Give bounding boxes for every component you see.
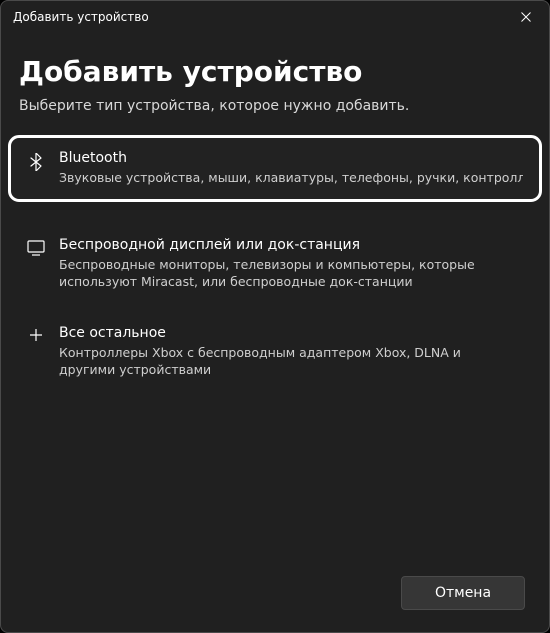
option-desc: Звуковые устройства, мыши, клавиатуры, т… [59,170,523,187]
titlebar: Добавить устройство [1,1,549,33]
option-wireless-display[interactable]: Беспроводной дисплей или док-станция Бес… [19,223,531,305]
close-button[interactable] [503,1,549,33]
bluetooth-icon [25,153,47,171]
option-text: Bluetooth Звуковые устройства, мыши, кла… [59,150,525,187]
option-desc: Беспроводные мониторы, телевизоры и комп… [59,257,517,291]
monitor-icon [25,240,47,256]
option-everything-else[interactable]: Все остальное Контроллеры Xbox с беспров… [19,311,531,393]
option-desc: Контроллеры Xbox с беспроводным адаптеро… [59,345,517,379]
close-icon [521,12,531,22]
page-title: Добавить устройство [19,55,531,88]
cancel-button[interactable]: Отмена [401,576,525,610]
window-title: Добавить устройство [13,10,149,24]
option-text: Все остальное Контроллеры Xbox с беспров… [59,325,519,379]
dialog-footer: Отмена [1,560,549,632]
dialog-content: Добавить устройство Выберите тип устройс… [1,33,549,560]
add-device-dialog: Добавить устройство Добавить устройство … [0,0,550,633]
option-title: Все остальное [59,325,517,341]
plus-icon [25,328,47,342]
option-text: Беспроводной дисплей или док-станция Бес… [59,237,519,291]
option-title: Беспроводной дисплей или док-станция [59,237,517,253]
option-title: Bluetooth [59,150,523,166]
page-subtitle: Выберите тип устройства, которое нужно д… [19,98,531,114]
option-bluetooth[interactable]: Bluetooth Звуковые устройства, мыши, кла… [9,136,541,201]
device-type-list: Bluetooth Звуковые устройства, мыши, кла… [19,136,531,392]
